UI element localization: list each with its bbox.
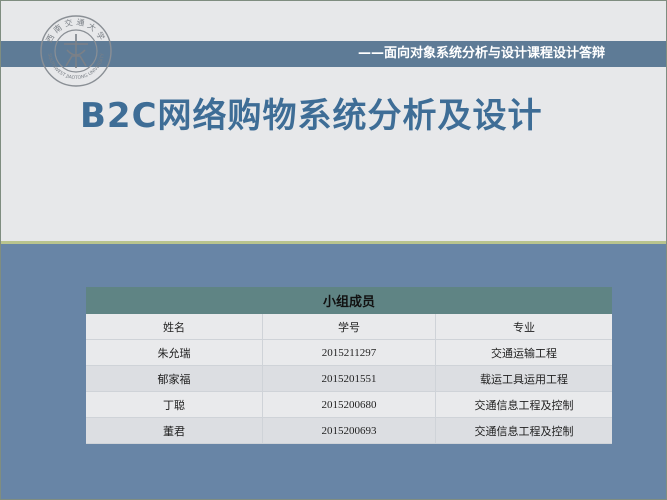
slide-frame [0, 0, 667, 500]
